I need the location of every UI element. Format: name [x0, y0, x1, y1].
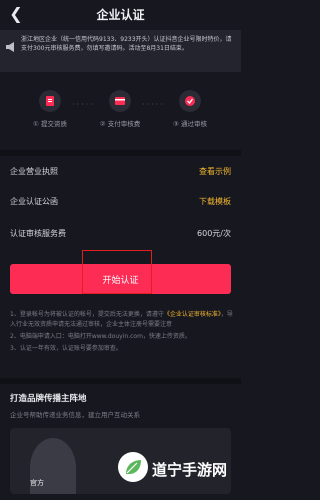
upload-doc-icon: [39, 90, 61, 112]
row-label: 企业认证公函: [10, 197, 58, 206]
step-pay: ② 支付审核费: [90, 90, 150, 128]
section-divider: [0, 378, 241, 384]
section-divider: [0, 150, 241, 156]
row-certification-letter: 企业认证公函 下载模板: [0, 188, 241, 218]
row-label: 认证审核服务费: [10, 229, 66, 238]
watermark-text: 道宁手游网: [152, 461, 228, 479]
brand-section-title: 打造品牌传播主阵地: [10, 394, 87, 404]
brand-section-subtitle: 企业号帮助传递业务信息，建立用户互动关系: [10, 411, 140, 419]
instructions: 1、登录帐号为将被认证的帐号，提交后无法更换，请遵守《企业认证审核标准》，导入行…: [10, 310, 233, 356]
row-label: 企业营业执照: [10, 167, 58, 176]
step-label: ③ 通过审核: [173, 120, 207, 128]
step-approved: ③ 通过审核: [160, 90, 220, 128]
row-service-fee: 认证审核服务费 600元/次: [0, 220, 241, 250]
standards-link[interactable]: 《企业认证审核标准》: [164, 311, 221, 318]
verified-badge-icon: [179, 90, 201, 112]
notice-text: 浙江地区企业（统一信用代码9133、9233开头）认证抖音企业号限时特价，请支付…: [21, 36, 232, 52]
top-bar: ❮ 企业认证: [0, 0, 241, 30]
step-label: ① 提交资质: [33, 120, 67, 128]
note-1: 1、登录帐号为将被认证的帐号，提交后无法更换，请遵守《企业认证审核标准》，导入行…: [10, 310, 233, 330]
watermark: 道宁手游网: [118, 447, 238, 495]
download-template-link[interactable]: 下载模板: [199, 196, 231, 207]
step-label: ② 支付审核费: [99, 120, 141, 128]
megaphone-icon: [6, 42, 14, 52]
service-fee-value: 600元/次: [197, 229, 231, 238]
page-title: 企业认证: [96, 8, 145, 22]
step-submit: ① 提交资质: [20, 90, 80, 128]
note-3: 3、认证一年有效，认证账号要参加审查。: [10, 345, 122, 352]
view-example-link[interactable]: 查看示例: [199, 166, 231, 177]
highlight-box: [82, 250, 152, 294]
steps-progress: ① 提交资质 ····· ② 支付审核费 ····· ③ 通过审核: [0, 90, 241, 140]
note-2: 2、电脑端申请入口：电脑打开www.douyin.com，快速上传资质。: [10, 333, 191, 340]
payment-icon: [109, 90, 131, 112]
notice-banner: 浙江地区企业（统一信用代码9133、9233开头）认证抖音企业号限时特价，请支付…: [0, 30, 241, 72]
card-label: 官方: [30, 479, 44, 487]
note-text: 1、登录帐号为将被认证的帐号，提交后无法更换，请遵守: [10, 311, 164, 318]
leaf-logo-icon: [118, 452, 148, 482]
row-business-license: 企业营业执照 查看示例: [0, 158, 241, 188]
